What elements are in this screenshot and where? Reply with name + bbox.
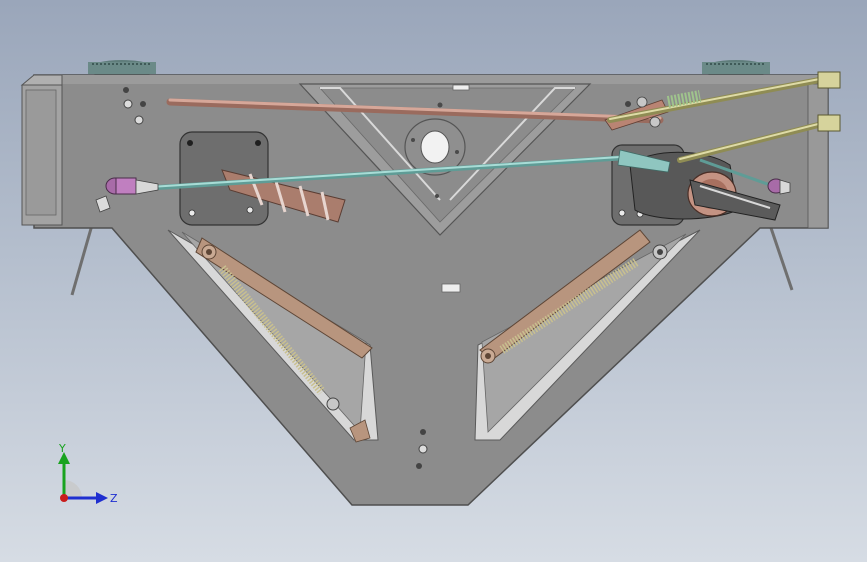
axis-triad-icon: Y Z [58,442,118,505]
z-axis-label: Z [110,492,118,505]
mechanism-assembly-model[interactable] [0,0,867,562]
cad-viewport[interactable]: Y Z [0,0,867,562]
y-axis-label: Y [58,442,66,455]
